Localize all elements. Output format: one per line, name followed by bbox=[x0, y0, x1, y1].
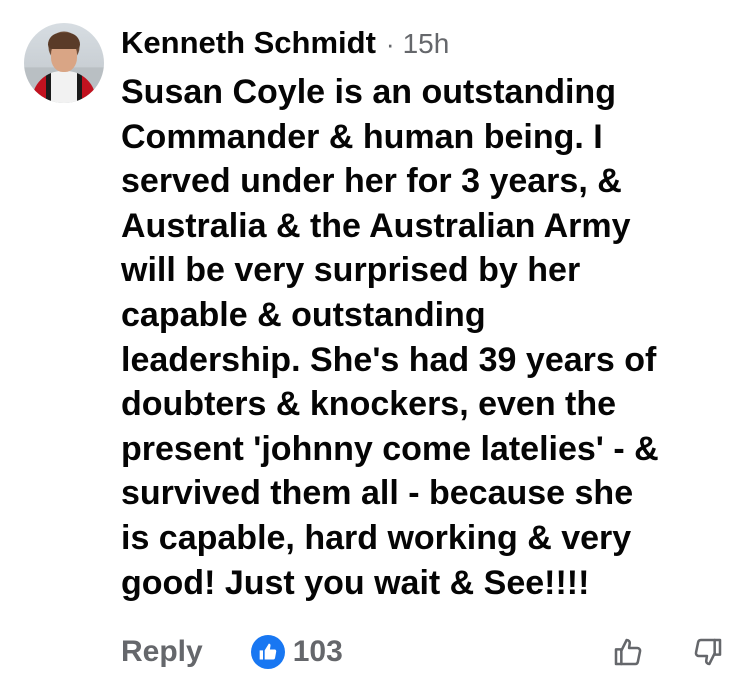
comment-line: Susan Coyle is an outstanding bbox=[121, 73, 616, 111]
author-name[interactable]: Kenneth Schmidt bbox=[121, 22, 376, 64]
comment-line: will be very surprised by her bbox=[121, 251, 581, 290]
comment-actions: Reply 103 bbox=[121, 626, 726, 678]
thumbs-up-icon[interactable] bbox=[610, 634, 646, 670]
reaction-count: 103 bbox=[292, 635, 343, 668]
avatar-shirt bbox=[32, 71, 96, 103]
reply-button[interactable]: Reply bbox=[121, 635, 203, 669]
timestamp[interactable]: 15h bbox=[403, 23, 450, 65]
avatar-hair bbox=[48, 33, 80, 49]
comment-body: Susan Coyle is an outstanding Commander … bbox=[121, 70, 736, 605]
comment-line: Commander & human being. I bbox=[121, 117, 603, 156]
comment-line: present 'johnny come latelies' - & bbox=[121, 429, 659, 468]
thumbs-down-icon[interactable] bbox=[690, 634, 726, 670]
avatar[interactable] bbox=[24, 23, 104, 103]
comment-line: capable & outstanding bbox=[121, 295, 486, 334]
comment-line: is capable, hard working & very bbox=[121, 518, 632, 557]
reaction-summary[interactable]: 103 bbox=[250, 635, 343, 669]
separator-dot: · bbox=[385, 29, 395, 59]
comment-line: served under her for 3 years, & bbox=[121, 162, 622, 201]
vote-buttons bbox=[610, 634, 726, 670]
like-icon bbox=[250, 635, 285, 669]
comment-header: Kenneth Schmidt · 15h bbox=[121, 22, 449, 65]
comment-line: Australia & the Australian Army bbox=[121, 206, 631, 245]
comment-line: doubters & knockers, even the bbox=[121, 385, 617, 424]
comment-line: leadership. She's had 39 years of bbox=[121, 340, 657, 379]
comment-line: good! Just you wait & See!!!! bbox=[121, 563, 590, 602]
comment-line: survived them all - because she bbox=[121, 474, 634, 513]
